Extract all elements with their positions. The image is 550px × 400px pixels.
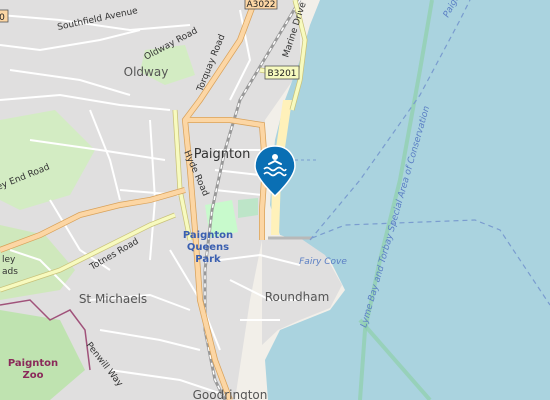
place-st-michaels: St Michaels	[79, 292, 147, 306]
place-oldway: Oldway	[124, 65, 169, 79]
label-fairy-cove: Fairy Cove	[299, 257, 347, 267]
label-zoo-1: Paignton	[8, 358, 58, 369]
place-roundham: Roundham	[265, 290, 330, 304]
place-goodrington: Goodrington	[193, 388, 268, 400]
shield-a3022: A3022	[244, 0, 278, 10]
svg-text:B3201: B3201	[267, 69, 296, 79]
label-partial-1: ley	[2, 255, 16, 265]
shield-b3201: B3201	[264, 65, 300, 80]
label-queens-park-2: Queens	[187, 242, 229, 253]
label-zoo-2: Zoo	[23, 370, 44, 381]
svg-text:A3022: A3022	[246, 0, 275, 10]
label-partial-2: ads	[2, 267, 18, 277]
map-view[interactable]: A3022 B3201 0 Southfield Avenue Oldway R…	[0, 0, 550, 400]
map-canvas[interactable]: A3022 B3201 0 Southfield Avenue Oldway R…	[0, 0, 550, 400]
sea	[265, 0, 550, 400]
place-paignton: Paignton	[194, 147, 251, 162]
shield-edge: 0	[0, 9, 9, 23]
label-queens-park-1: Paignton	[183, 230, 233, 241]
label-queens-park-3: Park	[195, 254, 221, 265]
svg-text:0: 0	[0, 13, 5, 23]
green-area	[238, 198, 258, 218]
